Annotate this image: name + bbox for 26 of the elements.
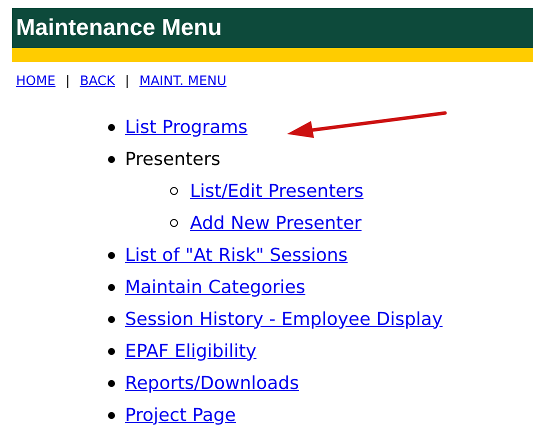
bullet-icon bbox=[108, 380, 115, 386]
menu-link[interactable]: List Programs bbox=[125, 116, 248, 138]
menu-link[interactable]: Project Page bbox=[125, 404, 236, 426]
nav-separator: | bbox=[125, 74, 130, 89]
nav-link[interactable]: HOME bbox=[16, 74, 56, 89]
circle-bullet-icon bbox=[170, 219, 178, 227]
bullet-icon bbox=[108, 124, 115, 130]
menu-link[interactable]: Maintain Categories bbox=[125, 276, 306, 298]
menu-link[interactable]: List/Edit Presenters bbox=[190, 180, 364, 202]
menu-link[interactable]: List of "At Risk" Sessions bbox=[125, 244, 348, 266]
menu-link[interactable]: Reports/Downloads bbox=[125, 372, 299, 394]
bullet-icon bbox=[108, 284, 115, 290]
nav-link[interactable]: BACK bbox=[80, 74, 116, 89]
menu-link[interactable]: EPAF Eligibility bbox=[125, 340, 256, 362]
nav-separator: | bbox=[65, 74, 70, 89]
bullet-icon bbox=[108, 316, 115, 322]
nav-link[interactable]: MAINT. MENU bbox=[139, 74, 226, 89]
menu-heading: Presenters bbox=[125, 148, 220, 170]
bullet-icon bbox=[108, 412, 115, 418]
bullet-icon bbox=[108, 252, 115, 258]
menu-link[interactable]: Session History - Employee Display bbox=[125, 308, 443, 330]
bullet-icon bbox=[108, 348, 115, 354]
menu-link[interactable]: Add New Presenter bbox=[190, 212, 362, 234]
bullet-icon bbox=[108, 156, 115, 162]
circle-bullet-icon bbox=[170, 187, 178, 195]
page-title: Maintenance Menu bbox=[12, 8, 533, 48]
